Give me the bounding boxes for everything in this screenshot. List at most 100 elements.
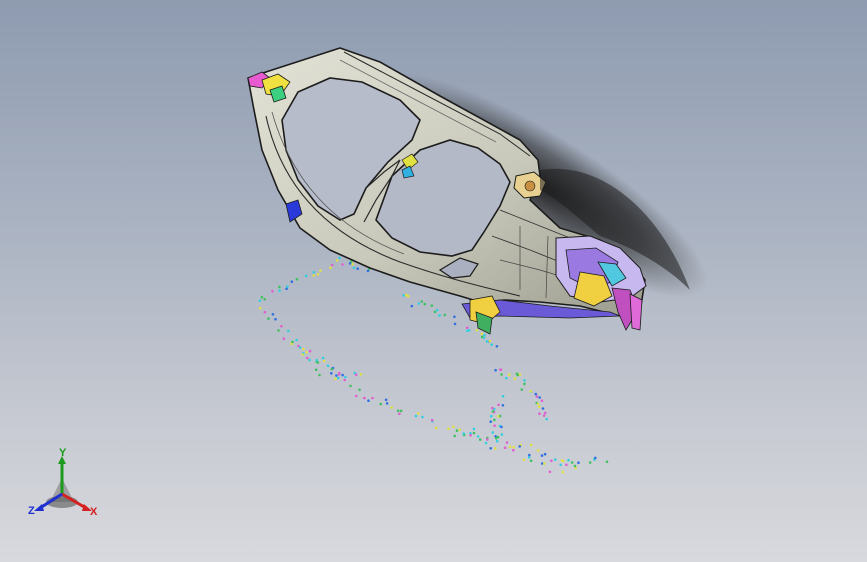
cloud-point [363, 396, 366, 400]
cloud-point [550, 459, 553, 463]
cloud-point [358, 388, 361, 392]
cloud-point [536, 449, 540, 452]
cloud-point [483, 333, 486, 337]
cloud-point [263, 311, 267, 314]
cloud-point [491, 431, 495, 434]
cloud-point [433, 310, 437, 314]
cloud-point [330, 372, 333, 375]
cloud-point [491, 410, 495, 413]
cloud-point [529, 390, 532, 393]
cloud-point [274, 317, 277, 321]
cloud-point [359, 373, 363, 376]
cloud-point [420, 300, 424, 303]
cloud-point [553, 458, 557, 461]
cloud-point [489, 414, 493, 418]
cloud-point [430, 418, 434, 422]
cloud-point [421, 415, 424, 419]
cloud-point [495, 345, 499, 348]
cloud-point [405, 293, 408, 297]
x-axis-label: X [90, 506, 98, 518]
cloud-point [512, 448, 515, 452]
cloud-point [496, 435, 500, 439]
cloud-point [315, 358, 319, 362]
cloud-point [443, 313, 447, 317]
cloud-point [486, 438, 489, 441]
cloud-point [540, 454, 544, 457]
graphics-viewport[interactable]: Y X Z [0, 0, 867, 562]
reference-triad[interactable]: Y X Z [28, 448, 108, 528]
cloud-point [508, 373, 511, 377]
cloud-point [522, 458, 526, 462]
cloud-point [417, 412, 420, 415]
cloud-point [282, 337, 286, 341]
cloud-point [512, 446, 515, 449]
cloud-point [505, 441, 509, 444]
cloud-point [423, 302, 427, 306]
cloud-point [301, 353, 304, 356]
cloud-point [435, 308, 439, 312]
cloud-point [295, 338, 298, 342]
cloud-point [335, 374, 338, 377]
cloud-point [588, 461, 592, 464]
cloud-point [367, 399, 370, 403]
cloud-point [500, 425, 503, 429]
cloud-point [263, 298, 267, 301]
cloud-point [417, 302, 421, 305]
cloud-point [472, 427, 476, 431]
cloud-point [535, 395, 539, 398]
cloud-point [543, 462, 546, 465]
cloud-point [573, 464, 577, 468]
model-scene[interactable] [0, 0, 867, 562]
cloud-point [520, 388, 524, 391]
cloud-point [434, 426, 438, 430]
cloud-point [493, 418, 496, 422]
cloud-point [561, 470, 565, 474]
cloud-point [543, 452, 547, 456]
cloud-point [298, 346, 302, 349]
cloud-point [305, 351, 308, 354]
cloud-point [271, 289, 274, 293]
cloud-point [455, 429, 459, 432]
cloud-point [326, 364, 330, 368]
cloud-point [496, 415, 500, 418]
cloud-point [561, 459, 565, 463]
cloud-point [410, 304, 414, 308]
cloud-point [540, 399, 544, 403]
cloud-point [491, 406, 494, 410]
cloud-point [565, 463, 568, 467]
cloud-point [267, 317, 270, 320]
cloud-point [348, 262, 352, 265]
cloud-point [379, 402, 383, 406]
cloud-point [559, 463, 562, 467]
cloud-point [398, 412, 401, 416]
cloud-point [308, 358, 312, 362]
cloud-point [523, 382, 526, 386]
cloud-point [453, 315, 456, 319]
cloud-point [523, 379, 526, 382]
cloud-point [438, 314, 441, 317]
cloud-point [488, 339, 492, 343]
cloud-point [605, 460, 609, 464]
cloud-point [538, 412, 541, 416]
cloud-point [287, 329, 290, 333]
cloud-point [447, 427, 450, 431]
cloud-point [503, 446, 507, 450]
cloud-point [534, 392, 538, 396]
cloud-point [308, 349, 312, 353]
cloud-point [501, 404, 505, 407]
cloud-point [285, 287, 288, 291]
cloud-point [278, 289, 281, 292]
cloud-point [335, 259, 339, 262]
cloud-point [541, 407, 545, 410]
cloud-point [594, 456, 597, 460]
cloud-point [330, 367, 334, 371]
cloud-point [508, 445, 512, 449]
cloud-point [290, 280, 294, 284]
cloud-point [527, 456, 531, 459]
cloud-point [500, 373, 503, 376]
cloud-point [484, 441, 488, 445]
cloud-point [472, 431, 476, 435]
cloud-point [318, 373, 321, 377]
cloud-point [271, 313, 275, 316]
cloud-point [352, 266, 356, 270]
